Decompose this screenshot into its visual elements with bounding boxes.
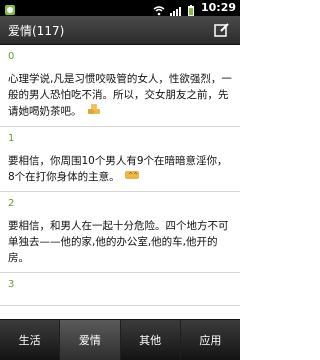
battery-icon [185,2,197,16]
item-index: 2 [8,198,15,209]
coins-emoji-icon [87,103,101,120]
tab-life[interactable]: 生活 [0,320,61,360]
bottom-tabbar: 生活 爱情 其他 应用 [0,319,240,360]
list-item[interactable]: 2 要相信，和男人在一起十分危险。四个地方不可单独去——他的家,他的办公室,他的… [0,192,240,273]
page-title: 爱情(117) [8,24,65,38]
jokes-list[interactable]: 0 心理学说,凡是习惯咬吸管的女人，性欲强烈，一般的男人恐怕吃不消。所以，交女朋… [0,45,240,320]
svg-text:^^: ^^ [128,172,138,179]
list-item[interactable]: 1 要相信，你周围10个男人有9个在暗暗意淫你，8个在打你身体的主意。 ^^ [0,127,240,192]
list-item[interactable]: 0 心理学说,凡是习惯咬吸管的女人，性欲强烈，一般的男人恐怕吃不消。所以，交女朋… [0,45,240,127]
status-time: 10:29 [200,1,236,14]
list-item[interactable]: 3 [0,273,240,306]
tab-apps[interactable]: 应用 [181,320,240,360]
item-text: 要相信，和男人在一起十分危险。四个地方不可单独去——他的家,他的办公室,他的车,… [8,220,229,264]
emoticon-icon: ^^ [125,169,140,185]
pencil-icon [214,23,229,37]
title-bar: 爱情(117) [0,16,240,45]
tab-love[interactable]: 爱情 [60,320,121,360]
item-index: 1 [8,133,15,144]
tab-other[interactable]: 其他 [121,320,181,360]
app-notification-icon [4,1,16,15]
compose-button[interactable] [214,22,230,38]
status-bar: 10:29 [0,0,240,16]
item-index: 3 [8,279,15,290]
item-text: 心理学说,凡是习惯咬吸管的女人，性欲强烈，一般的男人恐怕吃不消。所以，交女朋友之… [8,71,232,120]
item-index: 0 [8,51,15,62]
wifi-icon [153,2,165,16]
signal-icon [169,2,181,16]
item-text: 要相信，你周围10个男人有9个在暗暗意淫你，8个在打你身体的主意。 ^^ [8,155,228,185]
